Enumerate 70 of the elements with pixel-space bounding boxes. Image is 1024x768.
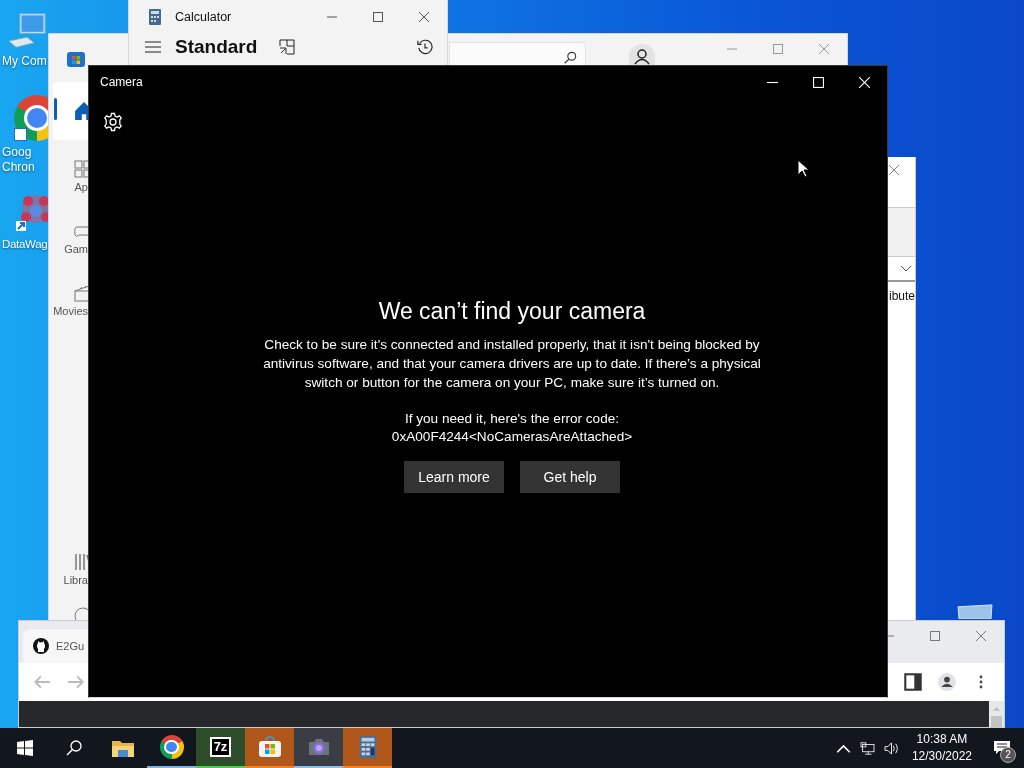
- maximize-icon: [812, 76, 824, 88]
- archiver-button[interactable]: 7z: [196, 728, 245, 768]
- error-code: 0xA00F4244<NoCamerasAreAttached>: [391, 428, 633, 446]
- nav-item[interactable]: Gam: [49, 212, 88, 264]
- search-icon: [563, 51, 577, 65]
- close-icon: [819, 44, 829, 54]
- nav-label: Gam: [64, 243, 88, 255]
- keep-on-top-button[interactable]: [279, 39, 296, 55]
- calculator-icon: [149, 9, 161, 25]
- maximize-icon: [773, 44, 783, 54]
- menu-icon: [145, 39, 161, 55]
- archiver-logo: 7z: [209, 737, 232, 757]
- chevron-down-icon: [901, 266, 911, 272]
- cat-logo-icon: [33, 638, 49, 654]
- nav-label: Movies: [53, 305, 88, 317]
- back-arrow-icon: [33, 673, 51, 691]
- column-header-text: ibute: [889, 289, 916, 303]
- clock[interactable]: 10:38 AM 12/30/2022: [903, 728, 980, 768]
- home-icon: [74, 101, 88, 121]
- history-button[interactable]: [417, 39, 433, 55]
- chrome-icon: [159, 735, 184, 759]
- forward-arrow-icon: [67, 673, 85, 691]
- user-avatar-icon[interactable]: [629, 44, 655, 65]
- window-title: Calculator: [175, 10, 232, 24]
- camera-app-button[interactable]: [294, 728, 343, 768]
- shopping-bag-icon: [257, 736, 282, 758]
- grid-icon: [74, 160, 88, 178]
- store-button[interactable]: [245, 728, 294, 768]
- chrome-icon[interactable]: [14, 95, 48, 141]
- nav-item[interactable]: [53, 82, 88, 140]
- window-arrow-icon: [279, 39, 296, 55]
- window-title: Camera: [100, 75, 143, 89]
- close-icon: [976, 631, 986, 641]
- more-dots-icon: [979, 675, 983, 689]
- clapperboard-icon: [74, 284, 88, 302]
- library-icon: [74, 553, 88, 571]
- network-icon: [860, 741, 876, 755]
- side-panel-icon: [904, 673, 922, 691]
- close-icon: [858, 76, 870, 88]
- error-code-intro: If you need it, here's the error code:: [404, 410, 620, 428]
- history-icon: [417, 39, 433, 55]
- action-button[interactable]: Learn more: [404, 461, 504, 493]
- calculator-mode-title: Standard: [175, 36, 258, 58]
- close-icon: [419, 12, 429, 22]
- maximize-icon: [373, 12, 383, 22]
- notification-count-badge: 2: [1000, 747, 1016, 763]
- close-icon[interactable]: [889, 165, 899, 175]
- user-avatar-icon: [938, 673, 956, 691]
- settings-icon: [103, 112, 123, 132]
- browser-tab[interactable]: E2Gu: [23, 629, 88, 663]
- action-button[interactable]: Get help: [520, 461, 620, 493]
- maximize-icon: [930, 631, 940, 641]
- search-icon: [65, 740, 82, 756]
- scrollbar[interactable]: [989, 701, 1004, 727]
- notifications-button[interactable]: 2: [980, 728, 1024, 768]
- settings-button[interactable]: [102, 112, 124, 134]
- speaker-icon: [884, 741, 900, 755]
- nav-item[interactable]: Ap: [49, 150, 88, 202]
- nav-label: Libra: [63, 574, 88, 586]
- nav-item[interactable]: Libra: [49, 543, 88, 595]
- calculator-button[interactable]: [343, 728, 392, 768]
- error-message: Check to be sure it's connected and installed properly, that it isn't being blocked by antivirus software, and that your camera drivers are up to date. If there’s a physical switch or button for the camera on your PC, make sure it’s turned on.: [262, 336, 762, 392]
- mouse-pointer-icon: [797, 159, 809, 178]
- nav-item[interactable]: Movies: [49, 274, 88, 326]
- nav-label: Ap: [74, 181, 88, 193]
- camera-icon: [306, 736, 331, 758]
- menu-button[interactable]: [143, 39, 163, 55]
- error-heading: We can’t find your camera: [378, 297, 646, 325]
- search-field[interactable]: [449, 42, 586, 66]
- windows-logo-icon: [16, 740, 33, 756]
